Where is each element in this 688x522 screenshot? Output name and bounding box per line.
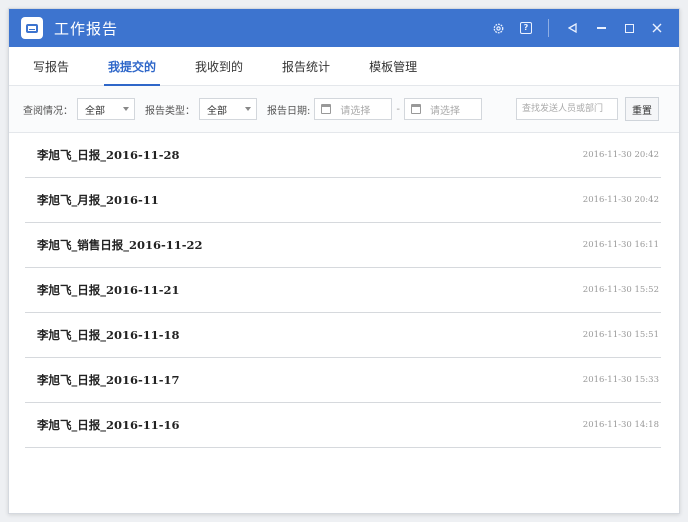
tab-received[interactable]: 我收到的 — [195, 58, 243, 85]
tab-bar: 写报告 我提交的 我收到的 报告统计 模板管理 — [9, 47, 679, 86]
report-type-value: 全部 — [207, 105, 227, 117]
reset-button[interactable]: 重置 — [625, 97, 659, 121]
report-name: 李旭飞_销售日报_2016-11-22 — [37, 238, 203, 252]
window-title: 工作报告 — [54, 19, 119, 38]
gear-icon[interactable] — [486, 16, 510, 40]
date-separator: - — [396, 103, 400, 115]
report-time: 2016-11-30 16:11 — [582, 240, 659, 250]
report-name: 李旭飞_日报_2016-11-28 — [37, 148, 180, 162]
list-item[interactable]: 李旭飞_日报_2016-11-18 2016-11-30 15:51 — [25, 313, 661, 358]
view-status-value: 全部 — [85, 105, 105, 117]
report-type-select[interactable]: 全部 — [199, 98, 257, 120]
chevron-down-icon — [245, 107, 251, 111]
date-to-picker[interactable]: 请选择 — [403, 98, 482, 120]
view-status-select[interactable]: 全部 — [77, 98, 135, 120]
tab-my-submitted[interactable]: 我提交的 — [104, 58, 161, 86]
help-icon[interactable]: ? — [514, 16, 538, 40]
report-name: 李旭飞_日报_2016-11-17 — [37, 373, 180, 387]
list-item[interactable]: 李旭飞_销售日报_2016-11-22 2016-11-30 16:11 — [25, 223, 661, 268]
report-time: 2016-11-30 14:18 — [582, 420, 659, 430]
list-item[interactable]: 李旭飞_月报_2016-11 2016-11-30 20:42 — [25, 178, 661, 223]
date-from-placeholder: 请选择 — [340, 105, 371, 117]
report-date-label: 报告日期: — [267, 105, 311, 117]
report-list: 李旭飞_日报_2016-11-28 2016-11-30 20:42 李旭飞_月… — [9, 133, 679, 448]
calendar-icon — [410, 104, 421, 114]
title-bar: 工作报告 ? — [9, 9, 679, 47]
list-item[interactable]: 李旭飞_日报_2016-11-16 2016-11-30 14:18 — [25, 403, 661, 448]
close-icon[interactable] — [645, 16, 669, 40]
calendar-icon — [321, 104, 332, 114]
list-item[interactable]: 李旭飞_日报_2016-11-28 2016-11-30 20:42 — [25, 133, 661, 178]
report-type-label: 报告类型： — [145, 105, 195, 117]
tab-statistics[interactable]: 报告统计 — [282, 58, 330, 85]
pin-icon[interactable] — [561, 16, 585, 40]
search-input[interactable] — [516, 98, 618, 120]
date-from-picker[interactable]: 请选择 — [314, 98, 393, 120]
app-logo-icon — [21, 17, 43, 39]
list-item[interactable]: 李旭飞_日报_2016-11-21 2016-11-30 15:52 — [25, 268, 661, 313]
report-name: 李旭飞_日报_2016-11-21 — [37, 283, 180, 297]
minimize-icon[interactable] — [589, 16, 613, 40]
report-time: 2016-11-30 15:33 — [582, 375, 659, 385]
tab-write-report[interactable]: 写报告 — [33, 58, 69, 85]
filter-bar: 查阅情况： 全部 报告类型： 全部 报告日期: 请选择 - 请选择 重置 — [9, 86, 679, 133]
report-name: 李旭飞_月报_2016-11 — [37, 193, 159, 207]
report-name: 李旭飞_日报_2016-11-16 — [37, 418, 180, 432]
report-name: 李旭飞_日报_2016-11-18 — [37, 328, 180, 342]
tab-template-management[interactable]: 模板管理 — [369, 58, 417, 85]
chevron-down-icon — [123, 107, 129, 111]
report-time: 2016-11-30 15:51 — [582, 330, 659, 340]
date-to-placeholder: 请选择 — [429, 105, 460, 117]
report-window: 工作报告 ? 写报告 我提交的 我收到的 报告统计 模板管理 查阅情况： 全部 — [8, 8, 680, 514]
list-item[interactable]: 李旭飞_日报_2016-11-17 2016-11-30 15:33 — [25, 358, 661, 403]
title-actions: ? — [482, 9, 669, 47]
view-status-label: 查阅情况： — [23, 105, 73, 117]
maximize-icon[interactable] — [617, 16, 641, 40]
title-divider — [548, 19, 549, 37]
report-time: 2016-11-30 20:42 — [582, 150, 659, 160]
report-time: 2016-11-30 20:42 — [582, 195, 659, 205]
report-time: 2016-11-30 15:52 — [582, 285, 659, 295]
